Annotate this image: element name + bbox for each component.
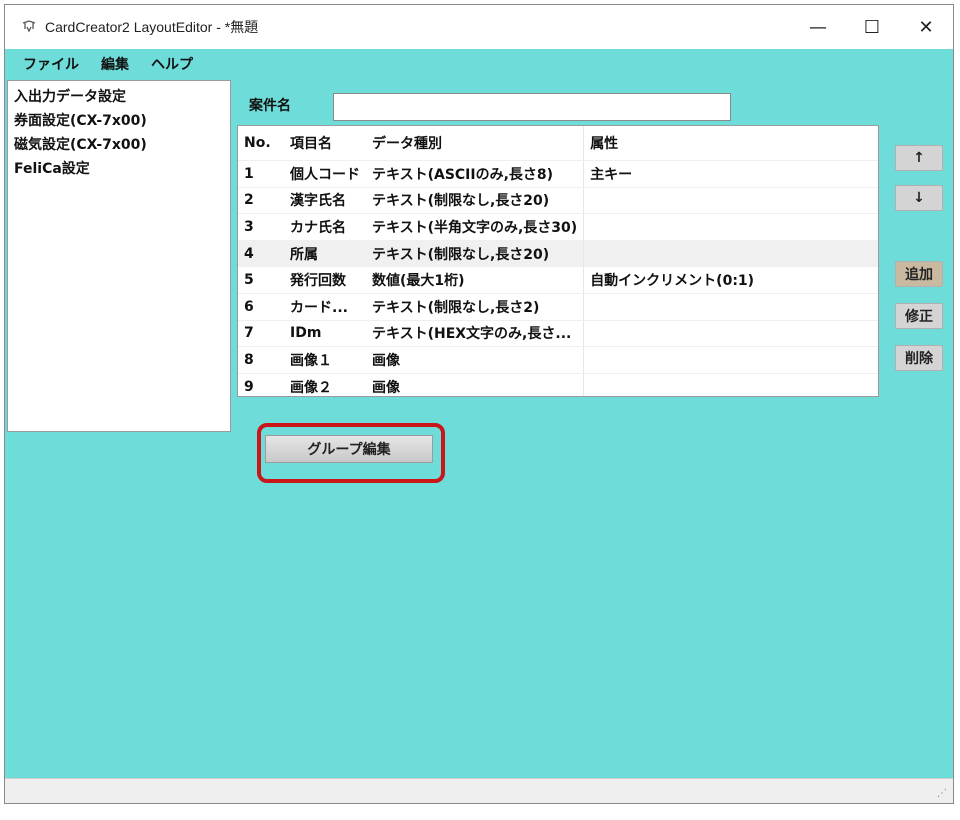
cell-attr <box>583 320 878 348</box>
cell-no: 7 <box>238 320 284 348</box>
tree-item-card-face[interactable]: 券面設定(CX-7x00) <box>14 109 224 133</box>
table-row[interactable]: 3 カナ氏名 テキスト(半角文字のみ,長さ30) <box>238 213 878 241</box>
cell-type: 数値(最大1桁) <box>366 266 585 294</box>
data-field-table: No. 項目名 データ種別 属性 1 個人コード テキスト(ASCIIのみ,長さ… <box>237 125 879 397</box>
cell-no: 9 <box>238 373 284 396</box>
cell-name: 画像１ <box>284 346 366 374</box>
cell-name: 個人コード <box>284 160 366 188</box>
minimize-button[interactable]: — <box>791 5 845 49</box>
header-attr[interactable]: 属性 <box>583 126 878 161</box>
table-row[interactable]: 1 個人コード テキスト(ASCIIのみ,長さ8) 主キー <box>238 160 878 188</box>
cell-type: テキスト(ASCIIのみ,長さ8) <box>366 160 585 188</box>
cell-name: カナ氏名 <box>284 213 366 241</box>
cell-type: テキスト(制限なし,長さ2) <box>366 293 585 321</box>
menu-edit[interactable]: 編集 <box>101 54 129 74</box>
edit-button[interactable]: 修正 <box>895 303 943 329</box>
resize-grip-icon[interactable]: ⋰ <box>937 788 947 799</box>
table-row[interactable]: 7 IDm テキスト(HEX文字のみ,長さ... <box>238 320 878 348</box>
header-type[interactable]: データ種別 <box>366 126 585 161</box>
case-name-label: 案件名 <box>249 98 291 114</box>
title-bar: CardCreator2 LayoutEditor - *無題 — ☐ ✕ <box>5 5 953 49</box>
window-title: CardCreator2 LayoutEditor - *無題 <box>45 19 259 35</box>
table-row[interactable]: 5 発行回数 数値(最大1桁) 自動インクリメント(0:1) <box>238 266 878 294</box>
tree-item-magnetic[interactable]: 磁気設定(CX-7x00) <box>14 133 224 157</box>
cell-no: 6 <box>238 293 284 321</box>
move-down-button[interactable]: ↓ <box>895 185 943 211</box>
cell-type: テキスト(HEX文字のみ,長さ... <box>366 320 585 348</box>
tree-item-io-data[interactable]: 入出力データ設定 <box>14 85 224 109</box>
cell-name: 漢字氏名 <box>284 187 366 215</box>
cell-type: テキスト(半角文字のみ,長さ30) <box>366 213 585 241</box>
cell-no: 5 <box>238 266 284 294</box>
header-no[interactable]: No. <box>238 126 284 161</box>
cell-attr <box>583 213 878 241</box>
cell-name: カード... <box>284 293 366 321</box>
cell-no: 8 <box>238 346 284 374</box>
cell-attr <box>583 346 878 374</box>
cell-attr: 主キー <box>583 160 878 188</box>
cell-no: 4 <box>238 240 284 268</box>
app-icon <box>21 19 37 35</box>
cell-name: 画像２ <box>284 373 366 396</box>
tree-item-felica[interactable]: FeliCa設定 <box>14 157 224 181</box>
cell-attr <box>583 187 878 215</box>
cell-attr: 自動インクリメント(0:1) <box>583 266 878 294</box>
maximize-button[interactable]: ☐ <box>845 5 899 49</box>
cell-type: テキスト(制限なし,長さ20) <box>366 187 585 215</box>
settings-tree: 入出力データ設定 券面設定(CX-7x00) 磁気設定(CX-7x00) Fel… <box>7 80 231 432</box>
add-button[interactable]: 追加 <box>895 261 943 287</box>
cell-name: IDm <box>284 320 366 348</box>
cell-attr <box>583 373 878 396</box>
menu-file[interactable]: ファイル <box>23 54 79 74</box>
cell-name: 発行回数 <box>284 266 366 294</box>
cell-name: 所属 <box>284 240 366 268</box>
cell-type: 画像 <box>366 373 585 396</box>
status-bar: ⋰ <box>5 778 953 803</box>
cell-type: テキスト(制限なし,長さ20) <box>366 240 585 268</box>
app-window: CardCreator2 LayoutEditor - *無題 — ☐ ✕ ファ… <box>4 4 954 804</box>
cell-attr <box>583 240 878 268</box>
close-button[interactable]: ✕ <box>899 5 953 49</box>
table-row-selected[interactable]: 4 所属 テキスト(制限なし,長さ20) <box>238 240 878 268</box>
cell-no: 3 <box>238 213 284 241</box>
cell-type: 画像 <box>366 346 585 374</box>
menu-bar: ファイル 編集 ヘルプ <box>5 49 953 79</box>
table-row[interactable]: 6 カード... テキスト(制限なし,長さ2) <box>238 293 878 321</box>
case-name-input[interactable] <box>333 93 731 121</box>
table-header-row: No. 項目名 データ種別 属性 <box>238 126 878 161</box>
cell-attr <box>583 293 878 321</box>
table-row[interactable]: 8 画像１ 画像 <box>238 346 878 374</box>
cell-no: 1 <box>238 160 284 188</box>
menu-help[interactable]: ヘルプ <box>151 54 193 74</box>
move-up-button[interactable]: ↑ <box>895 145 943 171</box>
group-edit-button[interactable]: グループ編集 <box>265 435 433 463</box>
table-row[interactable]: 9 画像２ 画像 <box>238 373 878 396</box>
cell-no: 2 <box>238 187 284 215</box>
table-row[interactable]: 2 漢字氏名 テキスト(制限なし,長さ20) <box>238 187 878 215</box>
delete-button[interactable]: 削除 <box>895 345 943 371</box>
header-name[interactable]: 項目名 <box>284 126 366 161</box>
